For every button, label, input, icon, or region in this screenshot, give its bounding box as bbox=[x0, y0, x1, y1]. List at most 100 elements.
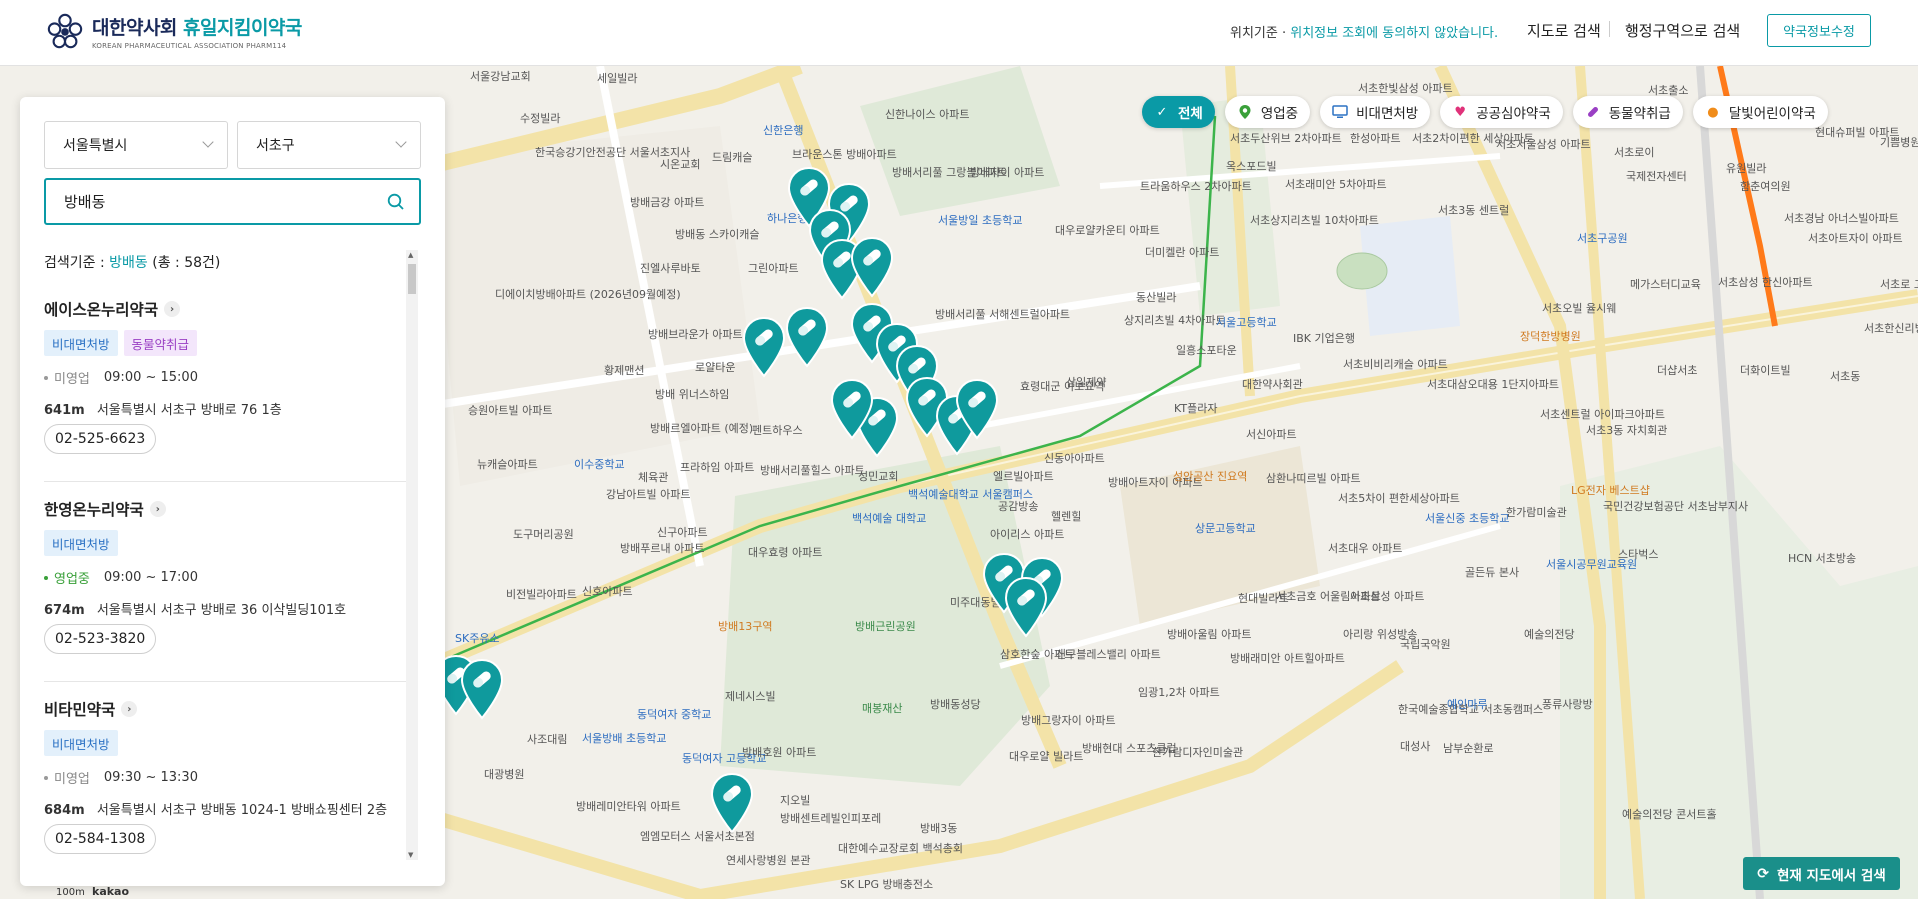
list-item[interactable]: 비타민약국 › 비대면처방 미영업 09:30 ~ 13:30 684m 서울특… bbox=[44, 682, 416, 882]
map-label: 더화이트빌 bbox=[1740, 364, 1791, 377]
map-label: 동덕여자 중학교 bbox=[637, 708, 712, 721]
map-label: 아이리스 아파트 bbox=[990, 528, 1065, 541]
map-label: 사조대림 bbox=[527, 733, 568, 746]
edit-pharmacy-info-button[interactable]: 약국정보수정 bbox=[1767, 14, 1871, 47]
map-label: 유원빌라 bbox=[1726, 162, 1767, 175]
phone-button[interactable]: 02-525-6623 bbox=[44, 424, 157, 454]
map-label: 더미켈란 아파트 bbox=[1145, 246, 1220, 259]
pharmacy-marker-icon[interactable] bbox=[742, 316, 786, 378]
phone-button[interactable]: 02-523-3820 bbox=[44, 624, 157, 654]
map-label: 서울강남교회 bbox=[470, 70, 531, 83]
filter-chips: ✓ 전체 영업중 비대면처방 ♥ 공공심야약국 동물약취급 ● 달빛어린이약국 bbox=[1142, 96, 1828, 128]
map-label: 서초상지리츠빌 10차아파트 bbox=[1250, 214, 1379, 227]
tag-remote: 비대면처방 bbox=[44, 730, 118, 756]
map-label: 서초구공원 bbox=[1577, 232, 1628, 245]
scrollbar-thumb[interactable] bbox=[408, 264, 416, 294]
refresh-icon: ⟳ bbox=[1757, 865, 1769, 882]
map-label: 방배근린공원 bbox=[855, 620, 916, 633]
pharmacy-marker-icon[interactable] bbox=[460, 658, 504, 720]
address-text: 서울특별시 서초구 방배동 1024-1 방배쇼핑센터 2층 bbox=[96, 803, 388, 818]
distance: 684m bbox=[44, 803, 85, 818]
pharmacy-marker-icon[interactable] bbox=[1004, 576, 1048, 638]
map-label: 서초로 고등학교 bbox=[1880, 278, 1918, 291]
location-status-message[interactable]: 위치정보 조회에 동의하지 않았습니다. bbox=[1290, 26, 1498, 41]
pharmacy-name[interactable]: 비타민약국 › bbox=[44, 698, 138, 720]
city-select[interactable]: 서울특별시 bbox=[44, 121, 228, 169]
scroll-up-icon[interactable]: ▲ bbox=[408, 251, 413, 259]
map-label: 서초삼성 한신아파트 bbox=[1718, 276, 1813, 289]
map-label: 국민건강보험공단 서초남부지사 bbox=[1603, 500, 1749, 513]
map-label: 강남아트빌 아파트 bbox=[606, 488, 691, 501]
map-label: 대광병원 bbox=[484, 768, 525, 781]
map-label: 방배3동 bbox=[920, 822, 958, 835]
pharmacy-marker-icon[interactable] bbox=[830, 378, 874, 440]
monitor-icon bbox=[1332, 104, 1348, 120]
map-label: 방배 위너스하임 bbox=[655, 388, 730, 401]
check-icon: ✓ bbox=[1156, 104, 1168, 120]
location-status: 위치기준 · 위치정보 조회에 동의하지 않았습니다. bbox=[1230, 22, 1498, 41]
map-label: 동산빌라 bbox=[1136, 291, 1177, 304]
opening-hours: 영업중 09:00 ~ 17:00 bbox=[44, 568, 198, 587]
district-select[interactable]: 서초구 bbox=[237, 121, 421, 169]
map-label: 성안공산 진요역 bbox=[1173, 470, 1248, 483]
pharmacy-name[interactable]: 한영온누리약국 › bbox=[44, 498, 166, 520]
map-label: 서초서울삼성 아파트 bbox=[1496, 138, 1591, 151]
location-status-prefix: 위치기준 · bbox=[1230, 26, 1291, 41]
map-label: 신호아파트 bbox=[582, 585, 633, 598]
pharmacy-name-text: 한영온누리약국 bbox=[44, 501, 144, 519]
scroll-down-icon[interactable]: ▼ bbox=[408, 851, 413, 859]
chevron-right-icon[interactable]: › bbox=[164, 301, 181, 317]
pharmacy-marker-icon[interactable] bbox=[850, 236, 894, 298]
map-label: 펜트하우스 bbox=[752, 424, 803, 437]
tag-animal: 동물약취급 bbox=[123, 330, 198, 356]
map-label: 황제맨션 bbox=[604, 364, 645, 377]
address: 684m 서울특별시 서초구 방배동 1024-1 방배쇼핑센터 2층 bbox=[44, 799, 387, 818]
map-label: 서초래미안 5차아파트 bbox=[1285, 178, 1387, 191]
map-label: 드림캐슬 bbox=[712, 151, 753, 164]
search-criteria: 검색기준 : 방배동 (총 : 58건) bbox=[44, 252, 220, 272]
search-input[interactable]: 방배동 bbox=[44, 178, 421, 225]
pharmacy-marker-icon[interactable] bbox=[785, 306, 829, 368]
list-scrollbar[interactable]: ▲ ▼ bbox=[406, 250, 418, 860]
map-label: 브라운스톤 방배아파트 bbox=[792, 148, 897, 161]
map-label: 서초오빌 율시웨 bbox=[1542, 302, 1617, 315]
filter-chip-moonlight[interactable]: ● 달빛어린이약국 bbox=[1692, 96, 1828, 128]
filter-chip-open[interactable]: 영업중 bbox=[1224, 96, 1311, 128]
map-label: 서초동 bbox=[1830, 370, 1861, 383]
phone-button[interactable]: 02-584-1308 bbox=[44, 824, 157, 854]
map-label: 세일빌라 bbox=[597, 72, 638, 85]
map-label: 서초한신리빙 타워아파트 bbox=[1864, 322, 1918, 335]
moon-icon: ● bbox=[1707, 104, 1719, 120]
filter-chip-label: 영업중 bbox=[1260, 106, 1299, 122]
map-label: 제네시스빌 bbox=[725, 690, 776, 703]
list-item[interactable]: 에이스온누리약국 › 비대면처방 동물약취급 미영업 09:00 ~ 15:00… bbox=[44, 282, 416, 482]
logo-title-org: 대한약사회 bbox=[92, 16, 177, 39]
pharmacy-marker-icon[interactable] bbox=[710, 772, 754, 834]
map-label: 더샵서초 bbox=[1657, 364, 1698, 377]
filter-chip-all[interactable]: ✓ 전체 bbox=[1142, 96, 1215, 128]
map-label: 국립국악원 bbox=[1400, 638, 1451, 651]
pharmacy-name-text: 비타민약국 bbox=[44, 701, 116, 719]
distance: 641m bbox=[44, 403, 85, 418]
search-icon[interactable] bbox=[387, 193, 405, 211]
map-label: 방배센트레빌인피포레 bbox=[780, 812, 882, 825]
list-item[interactable]: 한영온누리약국 › 비대면처방 영업중 09:00 ~ 17:00 674m 서… bbox=[44, 482, 416, 682]
chevron-right-icon[interactable]: › bbox=[121, 701, 138, 717]
search-current-map-button[interactable]: ⟳ 현재 지도에서 검색 bbox=[1743, 857, 1900, 890]
map-label: 매봉재산 bbox=[862, 702, 903, 715]
pharmacy-marker-icon[interactable] bbox=[955, 378, 999, 440]
map-label: 한가람미술관 bbox=[1506, 506, 1567, 519]
nav-region-search[interactable]: 행정구역으로 검색 bbox=[1625, 20, 1740, 41]
logo[interactable]: 대한약사회 휴일지킴이약국 KOREAN PHARMACEUTICAL ASSO… bbox=[46, 12, 302, 50]
filter-chip-label: 비대면처방 bbox=[1356, 106, 1419, 122]
address: 674m 서울특별시 서초구 방배로 36 이삭빌딩101호 bbox=[44, 599, 346, 618]
chevron-right-icon[interactable]: › bbox=[149, 501, 166, 517]
filter-chip-animal[interactable]: 동물약취급 bbox=[1572, 96, 1683, 128]
nav-map-search[interactable]: 지도로 검색 bbox=[1527, 20, 1601, 41]
pharmacy-name[interactable]: 에이스온누리약국 › bbox=[44, 298, 181, 320]
filter-chip-night[interactable]: ♥ 공공심야약국 bbox=[1440, 96, 1563, 128]
map-label: 서초대우 아파트 bbox=[1328, 542, 1403, 555]
map-label: 서초아트자이 아파트 bbox=[1808, 232, 1903, 245]
filter-chip-remote[interactable]: 비대면처방 bbox=[1320, 96, 1431, 128]
filter-chip-label: 전체 bbox=[1178, 106, 1203, 122]
